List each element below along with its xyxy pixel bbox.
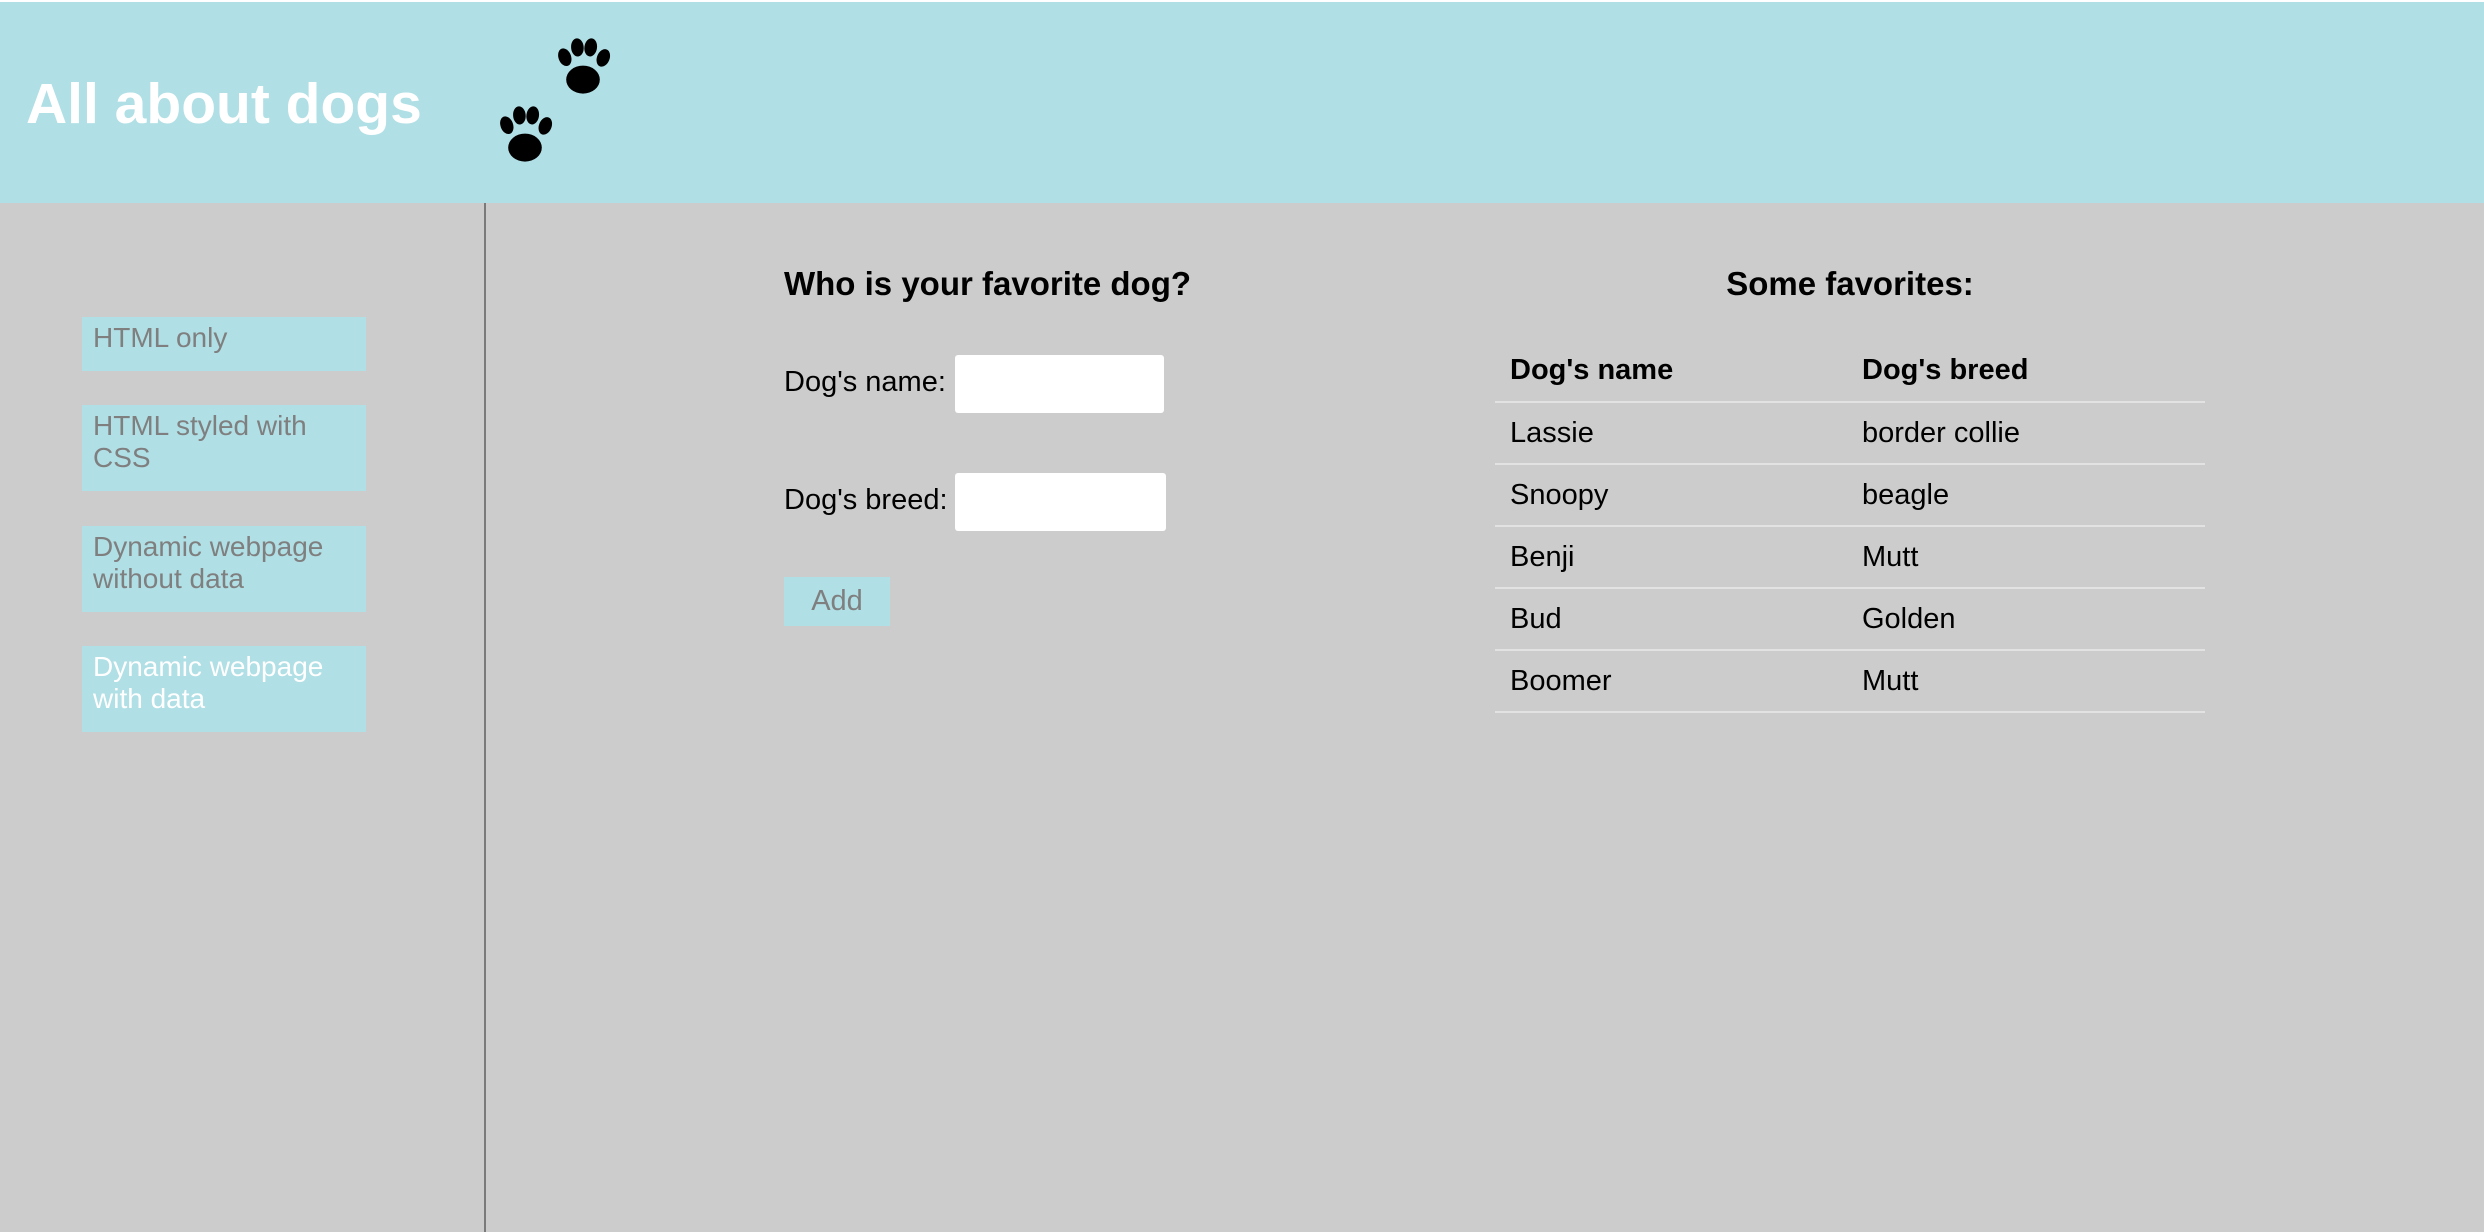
sidebar-item-dynamic-without-data[interactable]: Dynamic webpage without data xyxy=(82,526,366,612)
dog-breed-cell: border collie xyxy=(1847,402,2205,465)
dog-name-label: Dog's name: xyxy=(784,366,946,398)
dog-name-cell: Benji xyxy=(1495,526,1847,589)
dog-name-cell: Boomer xyxy=(1495,650,1847,713)
table-row: Lassie border collie xyxy=(1495,402,2205,465)
table-row: Bud Golden xyxy=(1495,588,2205,651)
dog-name-cell: Bud xyxy=(1495,588,1847,651)
sidebar-item-dynamic-with-data[interactable]: Dynamic webpage with data xyxy=(82,646,366,732)
add-button[interactable]: Add xyxy=(784,577,890,626)
column-header-name: Dog's name xyxy=(1495,340,1847,403)
favorites-table: Dog's name Dog's breed Lassie border col… xyxy=(1495,340,2205,713)
site-title: All about dogs xyxy=(26,72,422,136)
paw-print-icon xyxy=(558,38,611,94)
column-header-breed: Dog's breed xyxy=(1847,340,2205,403)
favorites-title: Some favorites: xyxy=(1726,265,1974,302)
dog-name-cell: Lassie xyxy=(1495,402,1847,465)
paw-print-icon xyxy=(500,106,553,162)
table-header-row: Dog's name Dog's breed xyxy=(1495,340,2205,403)
table-row: Benji Mutt xyxy=(1495,526,2205,589)
table-row: Snoopy beagle xyxy=(1495,464,2205,527)
site-header: All about dogs xyxy=(0,0,2484,203)
dog-breed-cell: Mutt xyxy=(1847,650,2205,713)
sidebar-item-html-only[interactable]: HTML only xyxy=(82,317,366,371)
sidebar-nav: HTML only HTML styled with CSS Dynamic w… xyxy=(0,203,486,1232)
dog-breed-cell: Mutt xyxy=(1847,526,2205,589)
dog-breed-label: Dog's breed: xyxy=(784,484,948,516)
sidebar-item-label: HTML only xyxy=(93,322,228,353)
form-title: Who is your favorite dog? xyxy=(784,265,1192,302)
sidebar-item-label: HTML styled with CSS xyxy=(93,410,307,473)
dog-name-cell: Snoopy xyxy=(1495,464,1847,527)
sidebar-item-label: Dynamic webpage with data xyxy=(93,651,324,714)
dog-breed-cell: Golden xyxy=(1847,588,2205,651)
table-row: Boomer Mutt xyxy=(1495,650,2205,713)
sidebar-item-label: Dynamic webpage without data xyxy=(93,531,324,594)
dog-name-input[interactable] xyxy=(955,355,1164,413)
dog-breed-cell: beagle xyxy=(1847,464,2205,527)
dog-breed-input[interactable] xyxy=(955,473,1166,531)
sidebar-item-html-styled-with-css[interactable]: HTML styled with CSS xyxy=(82,405,366,491)
